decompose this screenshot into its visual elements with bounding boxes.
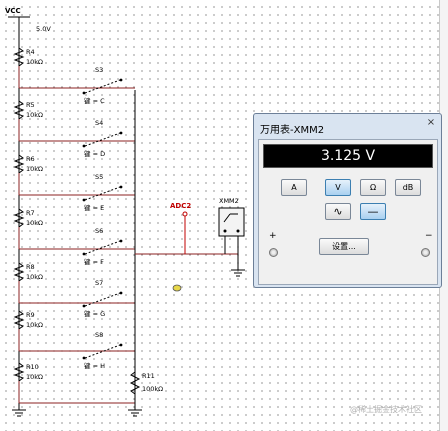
switch-key: 键 = E	[84, 203, 104, 212]
resistor-r4[interactable]: R4 10kΩ	[13, 47, 135, 89]
probe-label: ADC2	[170, 202, 191, 210]
switch-name: S5	[95, 173, 103, 181]
reading-display: 3.125 V	[263, 144, 433, 168]
decibel-mode-button[interactable]: dB	[395, 179, 421, 196]
vcc-label: VCC	[5, 7, 21, 15]
ac-button[interactable]: ∿	[325, 203, 351, 220]
switch-contact	[82, 144, 86, 148]
resistor-r7[interactable]: R7 10kΩ	[13, 208, 135, 250]
resistor-name: R6	[26, 155, 35, 163]
resistor-value: 10kΩ	[26, 273, 43, 281]
resistor-value: 10kΩ	[26, 111, 43, 119]
plus-label: +	[269, 231, 277, 241]
switch-s5[interactable]: S5 键 = E	[82, 173, 123, 212]
switch-contact	[119, 78, 123, 82]
switch-s7[interactable]: S7 键 = G	[82, 279, 123, 318]
resistor-value: 10kΩ	[26, 165, 43, 173]
switch-contact	[119, 239, 123, 243]
dc-button[interactable]: —	[360, 203, 386, 220]
multimeter-window[interactable]: 万用表-XMM2 × 3.125 V A V Ω dB ∿ — + 设置... …	[253, 113, 442, 288]
resistor-name: R4	[26, 48, 35, 56]
settings-button[interactable]: 设置...	[319, 238, 369, 255]
resistor-name: R5	[26, 101, 35, 109]
resistor-value: 10kΩ	[26, 321, 43, 329]
switch-blade	[84, 132, 121, 147]
switch-contact	[82, 356, 86, 360]
adc2-probe[interactable]: ADC2	[170, 202, 191, 254]
switch-contact	[82, 252, 86, 256]
resistor-ladder: R4 10kΩ R5 10kΩ R6 10kΩ R7 10kΩ R8 10kΩ R9 10kΩ R10 1…	[13, 47, 135, 404]
xmm2-meter-symbol[interactable]: XMM2	[218, 197, 245, 277]
switch-column: S3 键 = C S4 键 = D S5 键 = E S6 键 = F S7 键 = G S8 键 =…	[82, 66, 123, 370]
resistor-value: 10kΩ	[26, 219, 43, 227]
switch-name: S8	[95, 331, 103, 339]
switch-s3[interactable]: S3 键 = C	[82, 66, 123, 105]
mouse-cursor-icon	[172, 284, 182, 292]
resistor-value: 10kΩ	[26, 373, 43, 381]
switch-blade	[84, 240, 121, 255]
switch-contact	[119, 343, 123, 347]
watermark: @稀土掘金技术社区	[350, 405, 422, 414]
switch-blade	[84, 186, 121, 201]
close-icon[interactable]: ×	[424, 117, 438, 129]
switch-key: 键 = D	[84, 149, 105, 158]
multimeter-panel: 3.125 V A V Ω dB ∿ — + 设置... −	[258, 139, 438, 285]
switch-name: S7	[95, 279, 103, 287]
r11-name: R11	[142, 372, 155, 380]
resistor-r9[interactable]: R9 10kΩ	[13, 310, 135, 352]
resistor-value: 10kΩ	[26, 58, 43, 66]
switch-blade	[84, 79, 121, 94]
resistor-r10[interactable]: R10 10kΩ	[13, 362, 135, 404]
positive-terminal-icon[interactable]	[269, 248, 278, 257]
switch-contact	[82, 91, 86, 95]
switch-s6[interactable]: S6 键 = F	[82, 227, 123, 266]
switch-contact	[119, 131, 123, 135]
switch-name: S3	[95, 66, 103, 74]
vcc-value: 5.0V	[36, 25, 51, 33]
multimeter-title: 万用表-XMM2	[260, 125, 325, 136]
resistor-name: R8	[26, 263, 35, 271]
r11-value: 100kΩ	[142, 385, 163, 393]
negative-terminal-icon[interactable]	[421, 248, 430, 257]
ammeter-mode-button[interactable]: A	[281, 179, 307, 196]
switch-key: 键 = G	[84, 309, 105, 318]
switch-contact	[82, 198, 86, 202]
switch-name: S4	[95, 119, 103, 127]
resistor-name: R7	[26, 209, 35, 217]
switch-contact	[82, 304, 86, 308]
switch-blade	[84, 292, 121, 307]
meter-label: XMM2	[219, 197, 239, 205]
resistor-r8[interactable]: R8 10kΩ	[13, 262, 135, 304]
ohmmeter-mode-button[interactable]: Ω	[360, 179, 386, 196]
switch-name: S6	[95, 227, 103, 235]
resistor-name: R9	[26, 311, 35, 319]
resistor-name: R10	[26, 363, 39, 371]
resistor-r6[interactable]: R6 10kΩ	[13, 154, 135, 196]
switch-contact	[119, 291, 123, 295]
switch-key: 键 = F	[84, 257, 104, 266]
switch-contact	[119, 185, 123, 189]
switch-key: 键 = H	[84, 361, 105, 370]
voltmeter-mode-button[interactable]: V	[325, 179, 351, 196]
minus-label: −	[425, 231, 433, 241]
switch-key: 键 = C	[84, 96, 105, 105]
resistor-r5[interactable]: R5 10kΩ	[13, 100, 135, 142]
switch-s4[interactable]: S4 键 = D	[82, 119, 123, 158]
